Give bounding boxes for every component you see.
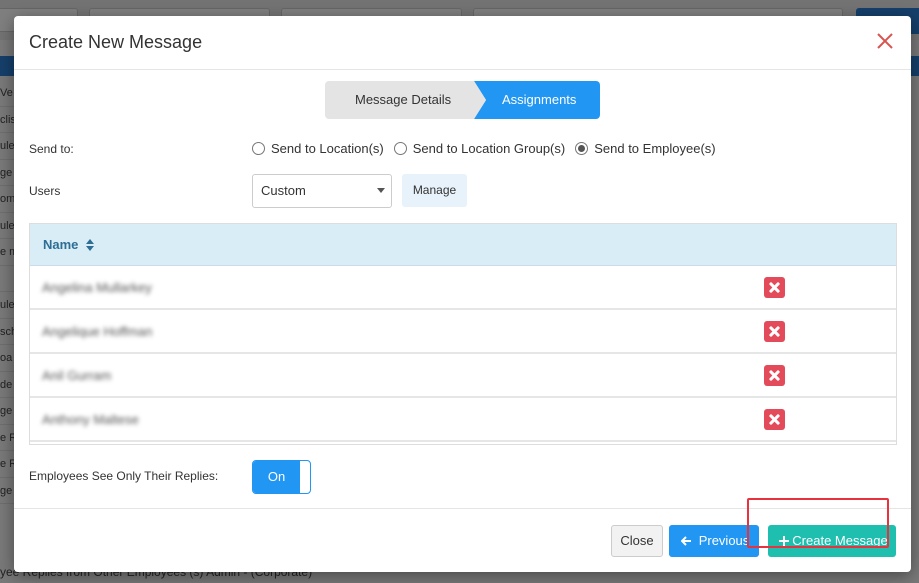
- table-row: Angelina Mullarkey: [30, 266, 896, 310]
- table-header: Name: [30, 224, 896, 266]
- modal-title: Create New Message: [29, 32, 203, 52]
- modal-header: Create New Message: [14, 16, 911, 70]
- radio-label: Send to Employee(s): [594, 141, 716, 156]
- replies-toggle-label: Employees See Only Their Replies:: [29, 469, 219, 483]
- create-message-modal: Create New Message Message Details Assig…: [14, 16, 911, 572]
- wizard-steps: Message Details Assignments: [325, 81, 600, 119]
- remove-user-button[interactable]: [764, 277, 785, 298]
- radio-label: Send to Location Group(s): [412, 141, 566, 156]
- radio-button[interactable]: [393, 142, 407, 155]
- plus-icon: [779, 536, 789, 546]
- radio-send-to-employees[interactable]: Send to Employee(s): [575, 141, 716, 156]
- users-table: Name Angelina Mullarkey Angelique Hoffma…: [29, 223, 897, 445]
- users-select[interactable]: Custom: [252, 174, 392, 208]
- user-name: Angelique Hoffman: [42, 324, 153, 339]
- arrow-left-icon: [681, 536, 691, 546]
- modal-footer: Close Previous Create Message: [14, 508, 911, 572]
- name-header-label: Name: [43, 237, 79, 252]
- users-label: Users: [29, 184, 61, 198]
- toggle-on-state: On: [253, 461, 300, 493]
- close-x-icon[interactable]: [873, 29, 897, 53]
- previous-label: Previous: [698, 533, 750, 548]
- table-row: Angelique Hoffman: [30, 310, 896, 354]
- create-message-button[interactable]: Create Message: [768, 525, 896, 557]
- create-message-label: Create Message: [792, 533, 888, 548]
- users-select-value: Custom: [261, 183, 306, 198]
- radio-button[interactable]: [575, 142, 589, 155]
- chevron-down-icon: [377, 188, 385, 193]
- radio-label: Send to Location(s): [271, 141, 384, 156]
- step-message-details[interactable]: Message Details: [325, 81, 486, 119]
- previous-button[interactable]: Previous: [669, 525, 759, 557]
- send-to-label: Send to:: [29, 142, 74, 156]
- step-assignments[interactable]: Assignments: [474, 81, 600, 119]
- radio-button[interactable]: [252, 142, 265, 155]
- remove-user-button[interactable]: [764, 409, 785, 430]
- manage-button[interactable]: Manage: [402, 174, 467, 207]
- table-row: Anthony Maltese: [30, 398, 896, 442]
- send-to-radio-group: Send to Location(s) Send to Location Gro…: [252, 141, 726, 156]
- user-name: Angelina Mullarkey: [42, 280, 152, 295]
- remove-user-button[interactable]: [764, 321, 785, 342]
- replies-toggle[interactable]: On: [252, 460, 311, 494]
- close-button[interactable]: Close: [611, 525, 663, 557]
- user-name: Anthony Maltese: [42, 412, 139, 427]
- user-name: Anil Gurram: [42, 368, 112, 383]
- radio-send-to-locations[interactable]: Send to Location(s): [252, 141, 384, 156]
- table-row: Anil Gurram: [30, 354, 896, 398]
- remove-user-button[interactable]: [764, 365, 785, 386]
- sort-icon: [86, 238, 95, 251]
- radio-send-to-location-groups[interactable]: Send to Location Group(s): [393, 141, 566, 156]
- name-column-header[interactable]: Name: [43, 237, 95, 252]
